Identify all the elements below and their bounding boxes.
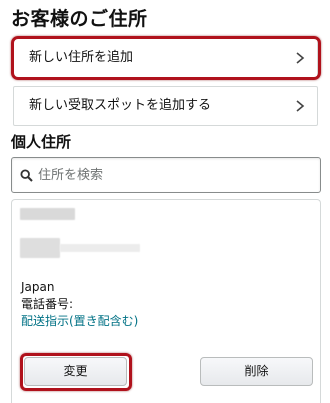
redacted-address-line — [60, 244, 140, 252]
page-title: お客様のご住所 — [11, 8, 148, 30]
add-address-row[interactable]: 新しい住所を追加 — [13, 38, 318, 78]
address-country: Japan — [21, 280, 55, 294]
add-pickup-point-row[interactable]: 新しい受取スポットを追加する — [13, 86, 318, 126]
add-address-label: 新しい住所を追加 — [29, 50, 134, 65]
redacted-name — [20, 208, 75, 220]
change-address-button[interactable]: 変更 — [24, 357, 127, 386]
address-search-box[interactable] — [11, 157, 321, 193]
chevron-right-icon — [296, 100, 305, 112]
search-icon — [20, 169, 33, 182]
address-card: Japan 電話番号: 配送指示(置き配含む) 変更 削除 — [11, 199, 321, 403]
delete-address-button[interactable]: 削除 — [200, 357, 313, 386]
redacted-address — [20, 238, 60, 258]
delivery-instructions-link[interactable]: 配送指示(置き配含む) — [21, 313, 138, 330]
address-phone-label: 電話番号: — [21, 297, 74, 311]
section-title-personal-addresses: 個人住所 — [11, 133, 72, 151]
address-search-input[interactable] — [38, 164, 308, 186]
chevron-right-icon — [296, 52, 305, 64]
add-pickup-point-label: 新しい受取スポットを追加する — [29, 98, 212, 113]
